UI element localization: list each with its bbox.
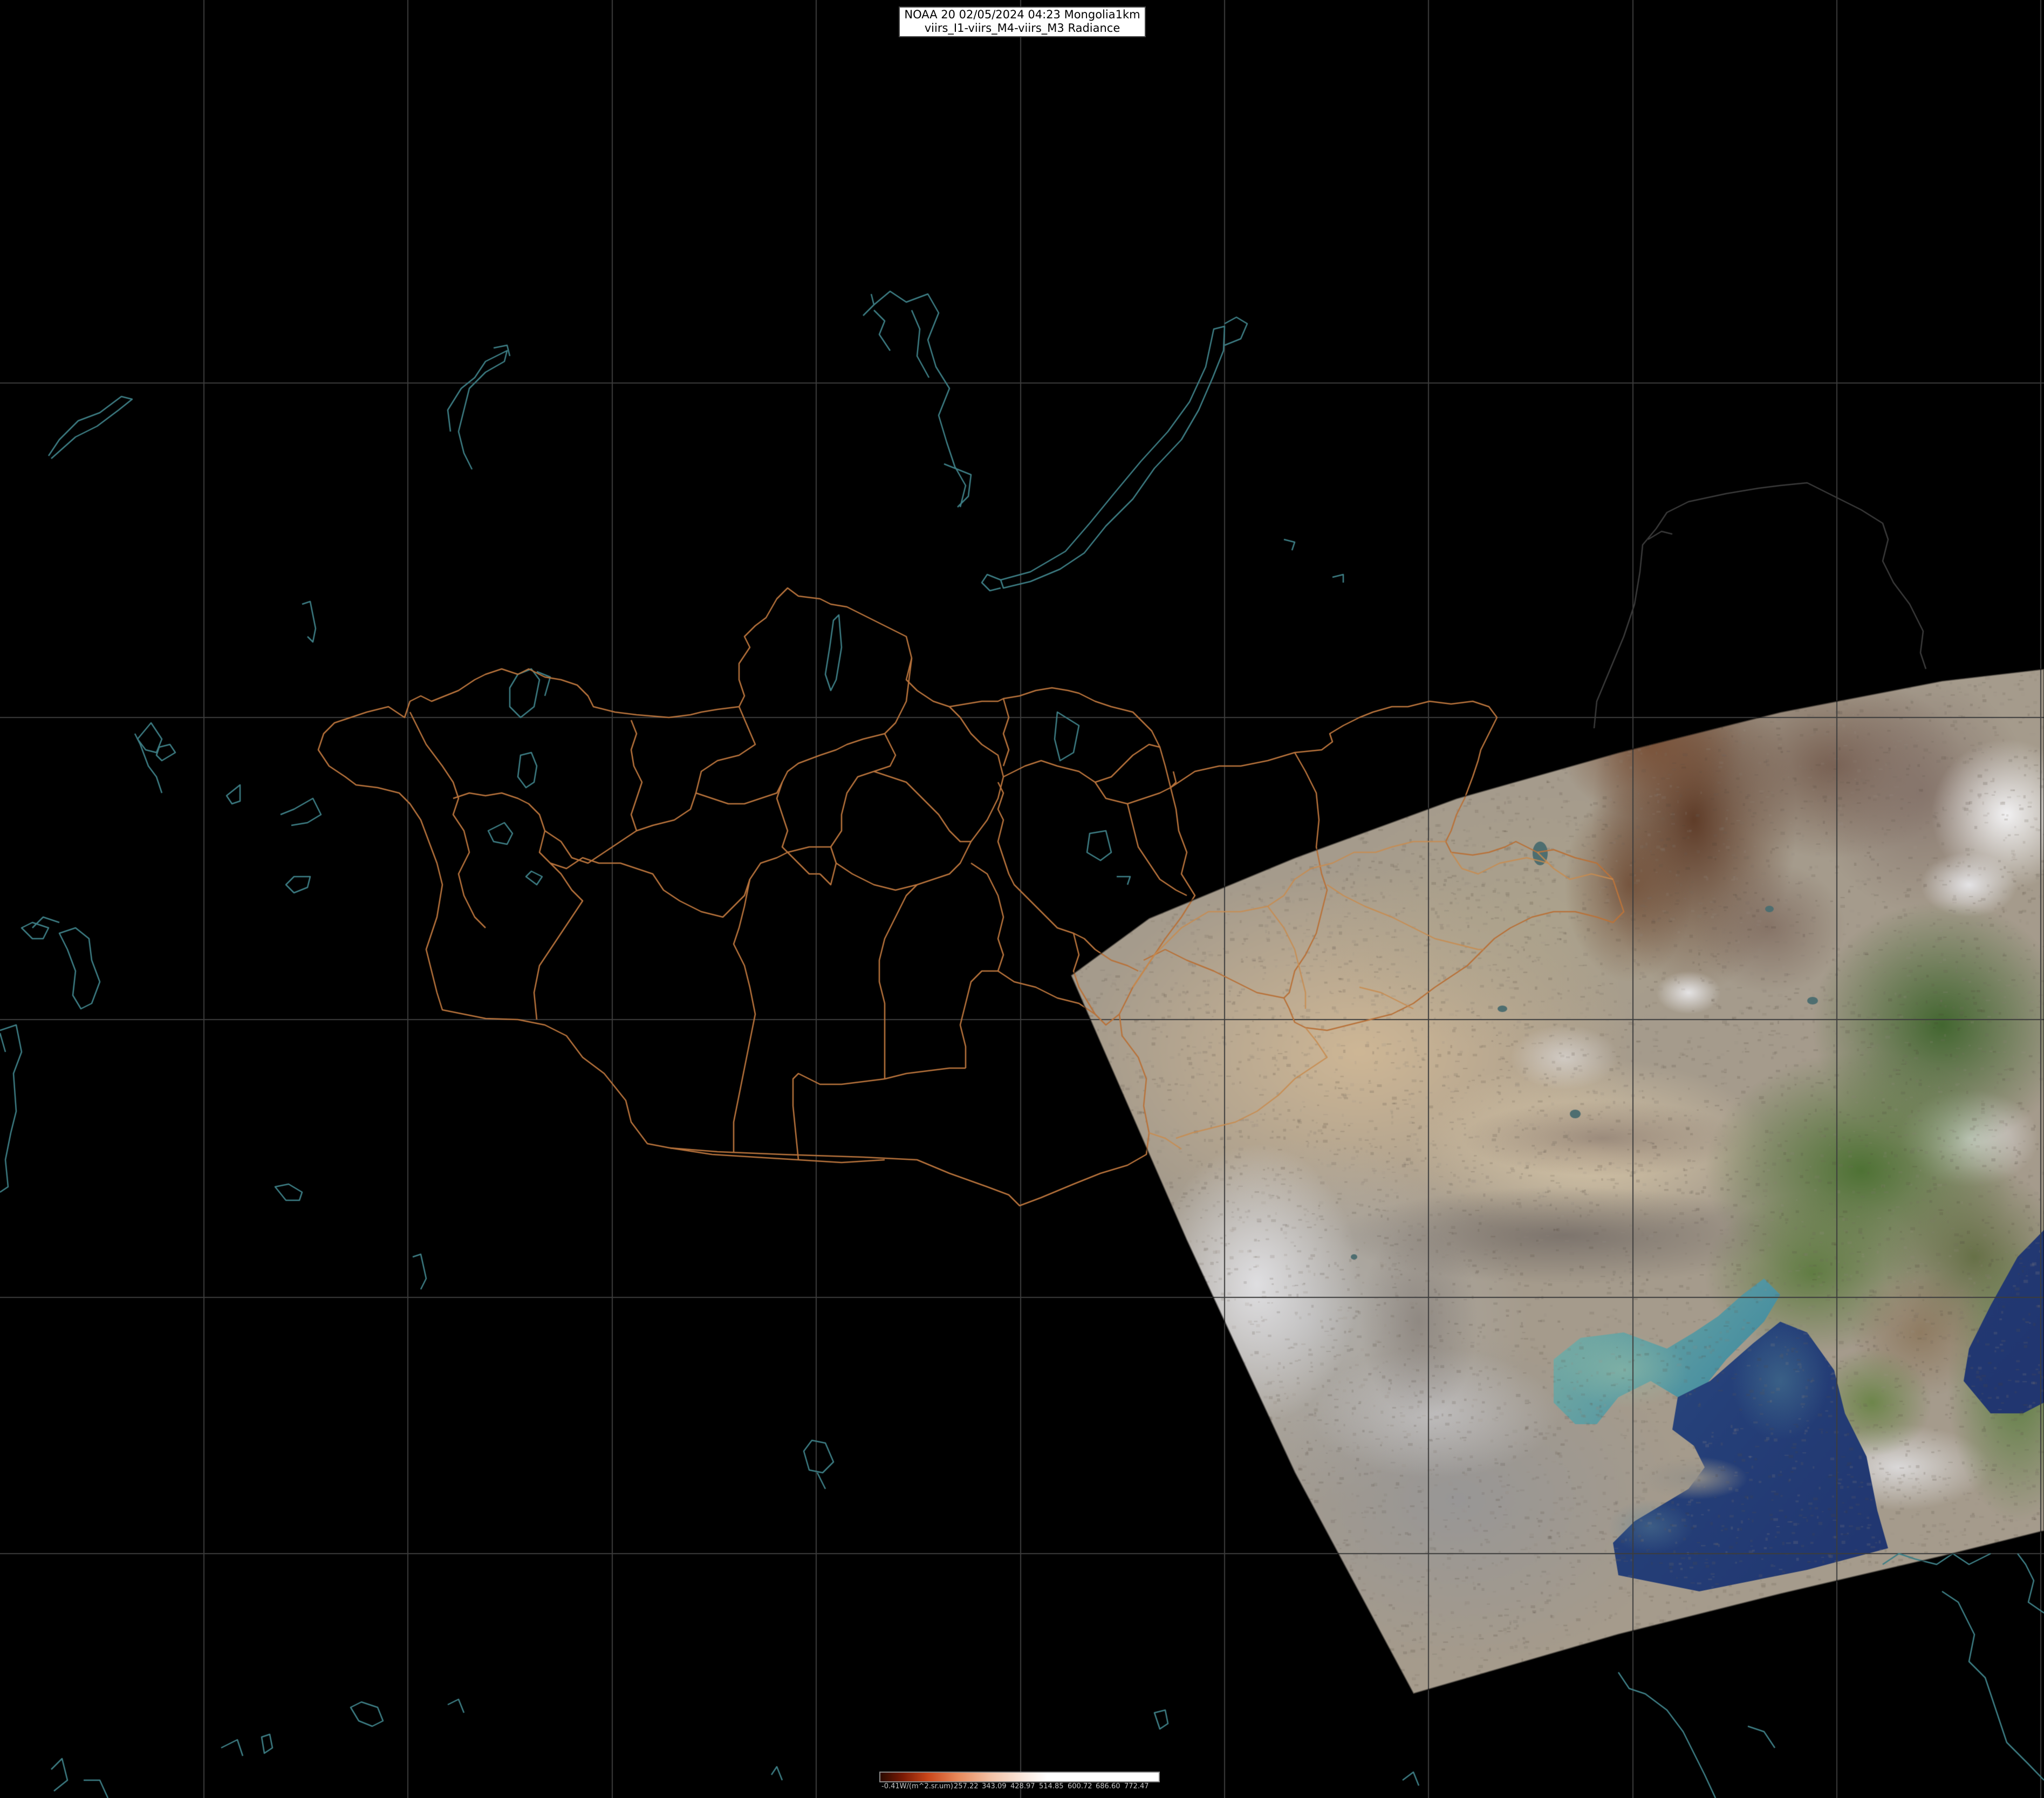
colorbar-gradient [879,1772,1160,1782]
map-title-box: NOAA 20 02/05/2024 04:23 Mongolia1km vii… [899,6,1146,37]
colorbar-tick-label: 343.09 [982,1782,1007,1790]
colorbar-unit-label: -0.41W/(m^2.sr.um) [881,1782,953,1790]
colorbar-tick-label: 514.85 [1039,1782,1064,1790]
radiance-colorbar: -0.41W/(m^2.sr.um) 257.22 343.09 428.97 … [879,1772,1160,1792]
colorbar-tick-label: 686.60 [1096,1782,1120,1790]
colorbar-tick-label: 772.47 [1124,1782,1149,1790]
colorbar-tick-label: 600.72 [1068,1782,1092,1790]
map-title-line-2: viirs_I1-viirs_M4-viirs_M3 Radiance [924,22,1120,35]
map-title-line-1: NOAA 20 02/05/2024 04:23 Mongolia1km [904,8,1140,21]
colorbar-tick-labels: -0.41W/(m^2.sr.um) 257.22 343.09 428.97 … [879,1783,1160,1792]
satellite-map-canvas [0,0,2044,1798]
colorbar-tick-label: 257.22 [954,1782,979,1790]
colorbar-tick-label: 428.97 [1010,1782,1035,1790]
